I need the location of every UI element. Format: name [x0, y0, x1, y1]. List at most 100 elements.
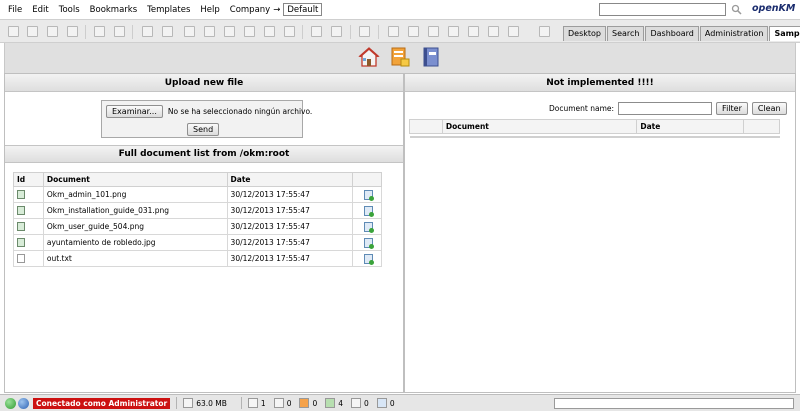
table-row[interactable]: ayuntamiento de robledo.jpg 30/12/2013 1… — [13, 234, 382, 251]
notebook-icon[interactable] — [420, 46, 442, 68]
document-name-input[interactable] — [618, 102, 713, 115]
find-document-icon[interactable] — [47, 26, 58, 37]
document-name[interactable]: ayuntamiento de robledo.jpg — [42, 234, 228, 251]
search-icon[interactable] — [731, 4, 742, 15]
send-button[interactable]: Send — [187, 123, 220, 136]
column-action — [352, 172, 382, 187]
messages[interactable]: 0 — [376, 398, 395, 408]
add-document-icon[interactable] — [142, 26, 153, 37]
uploader-icon[interactable] — [359, 26, 370, 37]
row-type-cell — [13, 250, 44, 267]
scanner-icon[interactable] — [331, 26, 342, 37]
document-name[interactable]: Okm_user_guide_504.png — [42, 218, 228, 235]
connection-status-icon — [5, 397, 16, 409]
menu-tools[interactable]: Tools — [59, 5, 80, 15]
download-icon[interactable] — [364, 237, 375, 249]
export-icon[interactable] — [408, 26, 419, 37]
document-filter: Document name: Filter Clean — [549, 102, 791, 115]
remove-subscription-icon[interactable] — [264, 26, 275, 37]
lock-icon[interactable] — [94, 26, 105, 37]
menu-bookmarks[interactable]: Bookmarks — [90, 5, 138, 15]
table-row[interactable]: Okm_admin_101.png 30/12/2013 17:55:47 — [13, 186, 382, 203]
subscribed-documents[interactable]: 0 — [299, 398, 317, 408]
workspace-select[interactable]: Default — [283, 3, 323, 16]
workflow-count: 0 — [364, 398, 369, 408]
row-type-cell — [13, 186, 44, 203]
refresh-icon[interactable] — [311, 26, 322, 37]
import-icon[interactable] — [428, 26, 439, 37]
home-icon[interactable] — [358, 46, 380, 68]
not-implemented-title: Not implemented !!!! — [405, 74, 795, 92]
start-workflow-icon[interactable] — [224, 26, 235, 37]
row-action-cell — [352, 250, 382, 267]
checkout-documents[interactable]: 0 — [273, 398, 292, 408]
empty-row — [409, 133, 780, 138]
home-icon[interactable] — [284, 26, 295, 37]
tab-desktop[interactable]: Desktop — [563, 26, 606, 41]
unlock-icon[interactable] — [114, 26, 125, 37]
download-icon[interactable] — [364, 205, 375, 217]
image-file-icon — [17, 190, 25, 200]
create-folder-icon[interactable] — [8, 26, 19, 37]
company-selector: Company → Default — [230, 3, 323, 16]
news-documents[interactable]: 4 — [325, 398, 343, 408]
tab-sample[interactable]: Sample — [769, 26, 800, 41]
table-row[interactable]: out.txt 30/12/2013 17:55:47 — [13, 250, 382, 267]
find-folder-icon[interactable] — [27, 26, 38, 37]
checkout-count: 0 — [286, 398, 292, 408]
sample-icon-bar — [4, 43, 796, 73]
document-name[interactable]: Okm_admin_101.png — [42, 186, 228, 203]
filter-button[interactable]: Filter — [716, 102, 748, 115]
subscribed-count: 0 — [312, 398, 318, 408]
tab-administration[interactable]: Administration — [699, 26, 769, 41]
extension-icon[interactable] — [539, 26, 550, 37]
mail-icon[interactable] — [448, 26, 459, 37]
document-name[interactable]: out.txt — [42, 250, 228, 267]
workflow-tasks[interactable]: 0 — [351, 398, 369, 408]
omr-icon[interactable] — [508, 26, 519, 37]
download-icon[interactable] — [364, 253, 375, 265]
locked-documents[interactable]: 1 — [247, 398, 266, 408]
document-date: 30/12/2013 17:55:47 — [226, 186, 354, 203]
status-divider — [176, 397, 178, 409]
note-icon[interactable] — [488, 26, 499, 37]
news-count: 4 — [338, 398, 344, 408]
menu-file[interactable]: File — [8, 5, 22, 15]
upload-panel-title: Upload new file — [5, 74, 403, 92]
tab-search[interactable]: Search — [607, 26, 645, 41]
table-row[interactable]: Okm_installation_guide_031.png 30/12/201… — [13, 202, 382, 219]
tab-dashboard[interactable]: Dashboard — [645, 26, 699, 41]
quick-search-input[interactable] — [599, 3, 726, 16]
news-icon — [325, 398, 336, 408]
menu-edit[interactable]: Edit — [32, 5, 48, 15]
document-name-label: Document name: — [549, 104, 615, 113]
add-subscription-icon[interactable] — [244, 26, 255, 37]
checkout-icon — [273, 398, 284, 408]
empty-cell — [409, 133, 780, 138]
document-lock-icon[interactable] — [389, 46, 411, 68]
download-icon[interactable] — [364, 221, 375, 233]
browse-button[interactable]: Examinar... — [106, 105, 163, 118]
remove-property-group-icon[interactable] — [204, 26, 215, 37]
bookmark-icon[interactable] — [468, 26, 479, 37]
menu-help[interactable]: Help — [200, 5, 219, 15]
chat-icon[interactable] — [388, 26, 399, 37]
add-property-group-icon[interactable] — [184, 26, 195, 37]
delete-icon[interactable] — [162, 26, 173, 37]
image-file-icon — [17, 238, 25, 248]
clean-button[interactable]: Clean — [751, 102, 787, 115]
mail-count: 0 — [389, 398, 395, 408]
file-status-text: No se ha seleccionado ningún archivo. — [167, 107, 313, 116]
memory-usage: 63.0 MB — [183, 398, 227, 408]
right-panel: Not implemented !!!! Document name: Filt… — [404, 73, 796, 393]
row-action-cell — [352, 186, 382, 203]
document-table: Id Document Date Okm_admin_101.png 30/12… — [13, 172, 382, 267]
table-row[interactable]: Okm_user_guide_504.png 30/12/2013 17:55:… — [13, 218, 382, 235]
download-icon[interactable] — [364, 189, 375, 201]
not-implemented-table: Document Date — [409, 119, 780, 138]
menu-templates[interactable]: Templates — [147, 5, 190, 15]
document-name[interactable]: Okm_installation_guide_031.png — [42, 202, 228, 219]
image-file-icon — [17, 222, 25, 232]
print-icon[interactable] — [67, 26, 78, 37]
image-file-icon — [17, 206, 25, 216]
